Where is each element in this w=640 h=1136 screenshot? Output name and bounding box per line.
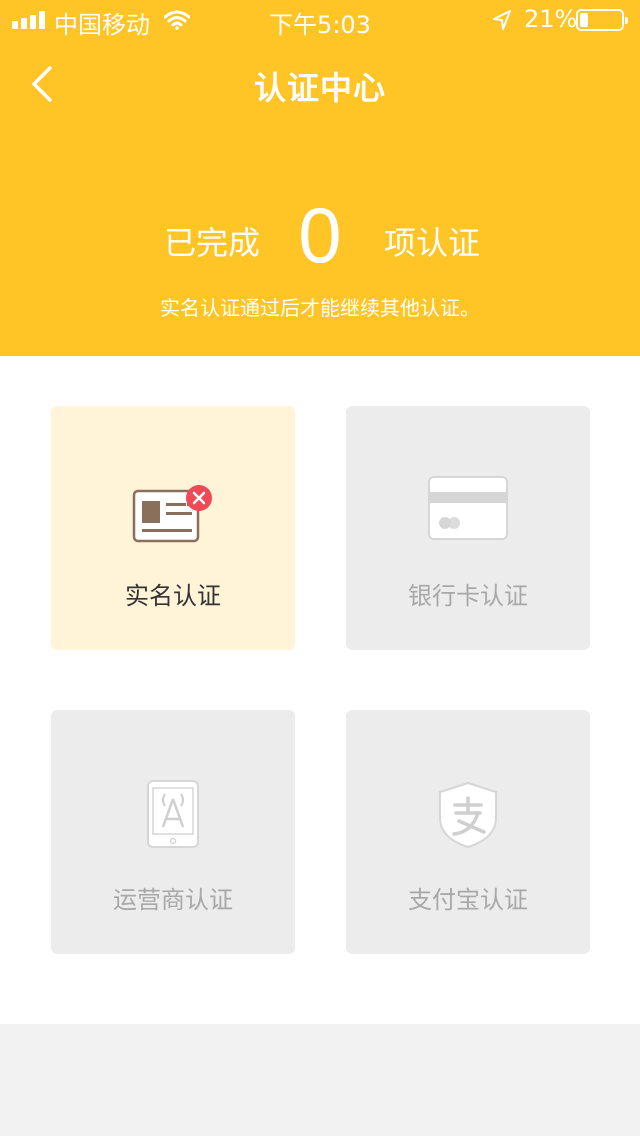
verification-grid: 实名认证 银行卡认证 运营商认证 支付宝认证 [0,356,640,1024]
completion-summary: 已完成 0 项认证 [0,191,640,286]
status-bar: 中国移动 下午5:03 21% [0,0,640,40]
alipay-shield-icon [439,781,497,849]
card-label: 实名认证 [125,582,221,610]
header-banner: 中国移动 下午5:03 21% 认证中心 已完成 0 项认证 实名认证通过后才能… [0,0,640,356]
battery-icon [576,9,628,31]
summary-prefix: 已完成 [164,224,261,262]
card-label: 支付宝认证 [408,886,528,914]
battery-percent: 21% [524,5,578,33]
page-title: 认证中心 [253,69,386,107]
card-label: 银行卡认证 [408,582,528,610]
carrier-verification-card[interactable]: 运营商认证 [51,710,295,954]
card-label: 运营商认证 [113,886,233,914]
real-name-verification-card[interactable]: 实名认证 [51,406,295,650]
completed-count: 0 [298,191,342,279]
bank-card-icon [428,476,508,540]
location-icon [493,10,511,30]
phone-tower-icon [147,780,199,848]
verification-note: 实名认证通过后才能继续其他认证。 [160,296,480,320]
id-card-icon [132,485,212,543]
alipay-verification-card[interactable]: 支付宝认证 [346,710,590,954]
bank-card-verification-card[interactable]: 银行卡认证 [346,406,590,650]
error-x-icon [186,485,212,511]
summary-suffix: 项认证 [384,224,481,262]
battery-level [580,13,588,27]
